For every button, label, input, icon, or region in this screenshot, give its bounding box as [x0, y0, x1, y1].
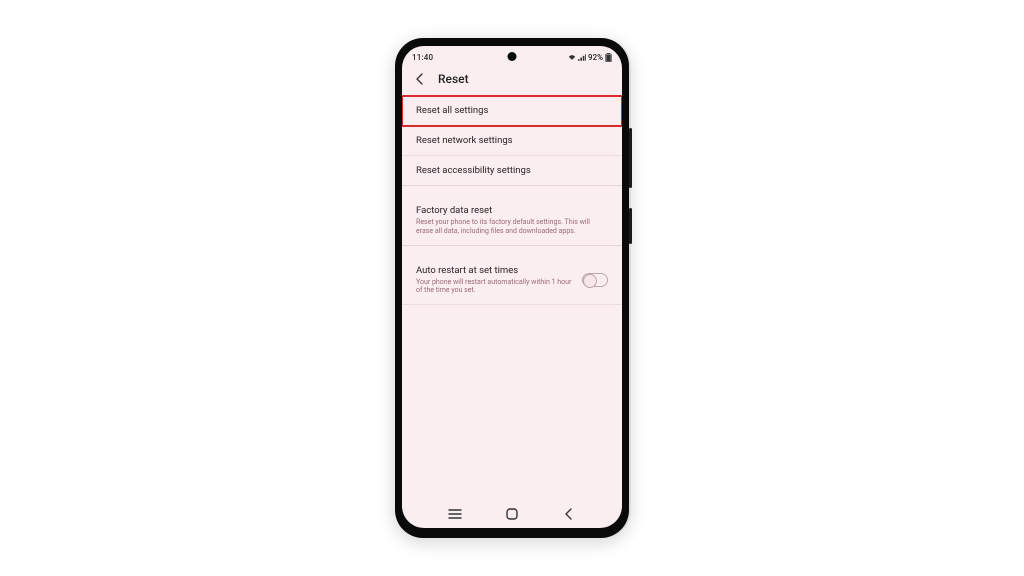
- section-gap: [402, 186, 622, 196]
- row-label: Reset network settings: [416, 135, 608, 146]
- row-label: Factory data reset: [416, 205, 608, 216]
- camera-cutout: [508, 52, 517, 61]
- recent-icon: [448, 508, 462, 520]
- row-label: Auto restart at set times: [416, 265, 572, 276]
- status-time: 11:40: [412, 53, 433, 62]
- back-button[interactable]: [414, 73, 428, 85]
- chevron-left-icon: [563, 508, 575, 520]
- settings-list: Reset all settings Reset network setting…: [402, 96, 622, 305]
- volume-button: [629, 128, 632, 188]
- page-title: Reset: [438, 72, 469, 86]
- row-subtext: Your phone will restart automatically wi…: [416, 278, 572, 296]
- row-factory-data-reset[interactable]: Factory data reset Reset your phone to i…: [402, 196, 622, 246]
- row-label: Reset accessibility settings: [416, 165, 608, 176]
- section-gap: [402, 246, 622, 256]
- home-icon: [505, 507, 519, 521]
- phone-frame: 11:40 92% Reset: [395, 38, 629, 538]
- auto-restart-toggle[interactable]: [582, 273, 608, 287]
- empty-space: [402, 305, 622, 502]
- battery-icon: [605, 53, 612, 62]
- row-reset-network-settings[interactable]: Reset network settings: [402, 126, 622, 156]
- battery-pct: 92%: [588, 53, 603, 62]
- row-reset-accessibility-settings[interactable]: Reset accessibility settings: [402, 156, 622, 186]
- nav-home-button[interactable]: [492, 507, 532, 521]
- navigation-bar: [402, 502, 622, 528]
- power-button: [629, 208, 632, 244]
- chevron-left-icon: [414, 73, 426, 85]
- header: Reset: [402, 66, 622, 96]
- nav-recent-button[interactable]: [435, 508, 475, 520]
- row-subtext: Reset your phone to its factory default …: [416, 218, 608, 236]
- screen: 11:40 92% Reset: [402, 46, 622, 528]
- row-auto-restart[interactable]: Auto restart at set times Your phone wil…: [402, 256, 622, 306]
- signal-icon: [578, 54, 586, 61]
- wifi-icon: [568, 54, 576, 61]
- row-label: Reset all settings: [416, 105, 608, 116]
- status-icons: 92%: [568, 53, 612, 62]
- nav-back-button[interactable]: [549, 508, 589, 520]
- row-reset-all-settings[interactable]: Reset all settings: [402, 96, 622, 126]
